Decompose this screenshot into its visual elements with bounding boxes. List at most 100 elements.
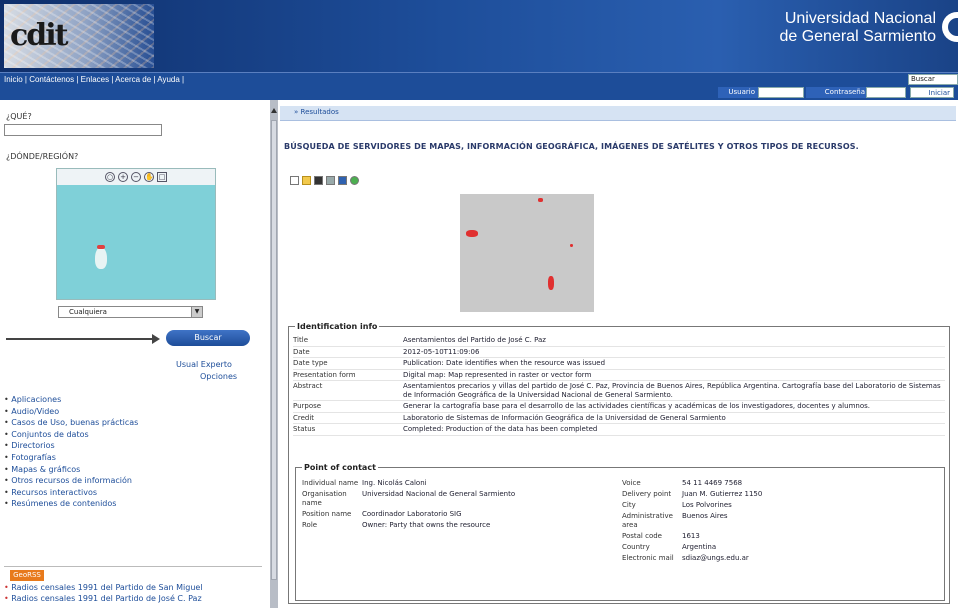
field-value: Laboratorio de Sistemas de Información G… [403, 413, 726, 422]
site-logo[interactable]: cdit [4, 4, 154, 68]
field-value: Generar la cartografía base para el desa… [403, 402, 870, 410]
mode-simple-link[interactable]: Usual [176, 360, 198, 369]
field-value: Argentina [682, 543, 717, 551]
field-value: Ing. Nicolás Caloni [362, 479, 427, 487]
checkbox-icon[interactable] [290, 176, 299, 185]
table-row: Organisation name Universidad Nacional d… [302, 489, 602, 509]
top-search-input[interactable]: Buscar [908, 74, 958, 85]
results-label[interactable]: Resultados [294, 108, 339, 116]
university-line-1: Universidad Nacional [784, 10, 936, 27]
splitter-scrollbar[interactable] [271, 120, 277, 580]
rss-item[interactable]: Radios censales 1991 del Partido de José… [4, 593, 203, 604]
field-value: Publication: Date identifies when the re… [403, 359, 606, 367]
zoom-out-icon[interactable]: − [131, 172, 141, 182]
contact-left-column: Individual name Ing. Nicolás Caloni Orga… [302, 478, 602, 531]
field-value: Juan M. Gutierrez 1150 [682, 490, 763, 498]
field-label: Position name [302, 510, 352, 518]
header-banner: cdit Universidad Nacional de General Sar… [0, 0, 958, 72]
globe-icon[interactable]: ○ [105, 172, 115, 182]
table-row: Electronic mail sdiaz@ungs.edu.ar [622, 553, 942, 564]
nav-links[interactable]: Inicio | Contáctenos | Enlaces | Acerca … [4, 75, 184, 84]
table-row: Postal code 1613 [622, 531, 942, 542]
table-row: Presentation form Digital map: Map repre… [293, 370, 945, 381]
identification-fieldset: Identification info Title Asentamientos … [288, 322, 950, 604]
land-shape [95, 247, 107, 269]
chevron-down-icon[interactable]: ▼ [191, 307, 202, 317]
category-item[interactable]: Casos de Uso, buenas prácticas [4, 417, 138, 429]
password-label: Contraseña [806, 87, 868, 98]
field-label: Organisation name [302, 490, 347, 507]
category-item[interactable]: Mapas & gráficos [4, 464, 138, 476]
field-label: Voice [622, 479, 641, 487]
user-input[interactable] [758, 87, 804, 98]
folder-icon[interactable] [302, 176, 311, 185]
table-row: Administrative area Buenos Aires [622, 511, 942, 531]
contact-right-column: Voice 54 11 4469 7568 Delivery point Jua… [622, 478, 942, 564]
field-value: Asentamientos precarios y villas del par… [403, 382, 941, 399]
arrow-head-icon [152, 334, 160, 344]
table-row: Role Owner: Party that owns the resource [302, 520, 602, 531]
field-value: Los Polvorines [682, 501, 732, 509]
field-label: Date [293, 347, 310, 356]
category-item[interactable]: Directorios [4, 440, 138, 452]
settlement-mark [548, 276, 554, 290]
category-item[interactable]: Resúmenes de contenidos [4, 498, 138, 510]
table-row: Position name Coordinador Laboratorio SI… [302, 509, 602, 520]
field-value: Completed: Production of the data has be… [403, 425, 598, 433]
table-row: Title Asentamientos del Partido de José … [293, 335, 945, 347]
user-label: Usuario [718, 87, 758, 98]
what-label: ¿QUÉ? [6, 112, 32, 121]
field-label: Individual name [302, 479, 359, 487]
book-icon[interactable] [338, 176, 347, 185]
field-value: Asentamientos del Partido de José C. Paz [403, 336, 546, 344]
field-label: Role [302, 521, 318, 529]
field-value: Buenos Aires [682, 512, 728, 520]
university-line-2: de General Sarmiento [779, 28, 936, 45]
logo-text: cdit [10, 18, 68, 53]
grid-icon[interactable] [326, 176, 335, 185]
georss-badge[interactable]: GeoRSS [10, 570, 44, 581]
field-value: Coordinador Laboratorio SIG [362, 510, 462, 518]
divider [4, 566, 262, 567]
category-item[interactable]: Recursos interactivos [4, 487, 138, 499]
region-select[interactable]: Cualquiera ▼ [58, 306, 203, 318]
rss-item[interactable]: Radios censales 1991 del Partido de San … [4, 582, 202, 593]
options-link[interactable]: Opciones [200, 372, 237, 381]
field-value: 1613 [682, 532, 700, 540]
select-box-icon[interactable]: □ [157, 172, 167, 182]
mode-expert-link[interactable]: Experto [201, 360, 232, 369]
field-label: City [622, 501, 636, 509]
table-row: Status Completed: Production of the data… [293, 424, 945, 436]
search-button[interactable]: Buscar [166, 330, 250, 346]
map-thumbnail[interactable] [460, 194, 594, 312]
table-row: Country Argentina [622, 542, 942, 553]
category-item[interactable]: Otros recursos de información [4, 475, 138, 487]
category-item[interactable]: Conjuntos de datos [4, 429, 138, 441]
identification-table: Title Asentamientos del Partido de José … [293, 335, 945, 436]
region-select-value: Cualquiera [69, 308, 107, 316]
category-item[interactable]: Audio/Video [4, 406, 138, 418]
field-label: Postal code [622, 532, 662, 540]
what-input[interactable] [4, 124, 162, 136]
collapse-arrow-icon[interactable] [271, 108, 277, 113]
login-button[interactable]: Iniciar Sesión [910, 87, 954, 108]
zoom-in-icon[interactable]: + [118, 172, 128, 182]
pan-icon[interactable]: ✋ [144, 172, 154, 182]
category-item[interactable]: Fotografías [4, 452, 138, 464]
table-row: Delivery point Juan M. Gutierrez 1150 [622, 489, 942, 500]
university-logo-icon [942, 12, 958, 42]
field-value: Owner: Party that owns the resource [362, 521, 491, 529]
region-map[interactable] [57, 185, 215, 299]
field-label: Status [293, 425, 316, 433]
table-row: City Los Polvorines [622, 500, 942, 511]
table-row: Date type Publication: Date identifies w… [293, 358, 945, 370]
table-row: Date 2012-05-10T11:09:06 [293, 347, 945, 358]
password-input[interactable] [866, 87, 906, 98]
category-item[interactable]: Aplicaciones [4, 394, 138, 406]
globe-icon[interactable] [350, 176, 359, 185]
field-value[interactable]: sdiaz@ungs.edu.ar [682, 554, 942, 563]
field-label: Delivery point [622, 490, 672, 498]
layers-icon[interactable] [314, 176, 323, 185]
field-label: Title [293, 336, 309, 344]
region-marker [97, 245, 105, 249]
